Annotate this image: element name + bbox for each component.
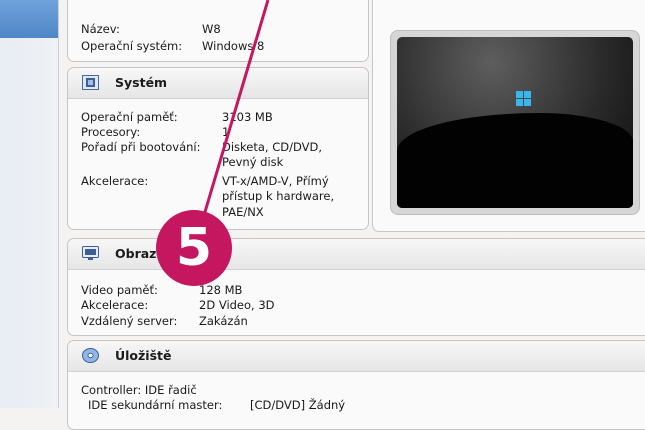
callout-line — [200, 0, 270, 223]
callout-number-badge: 5 — [156, 210, 232, 286]
